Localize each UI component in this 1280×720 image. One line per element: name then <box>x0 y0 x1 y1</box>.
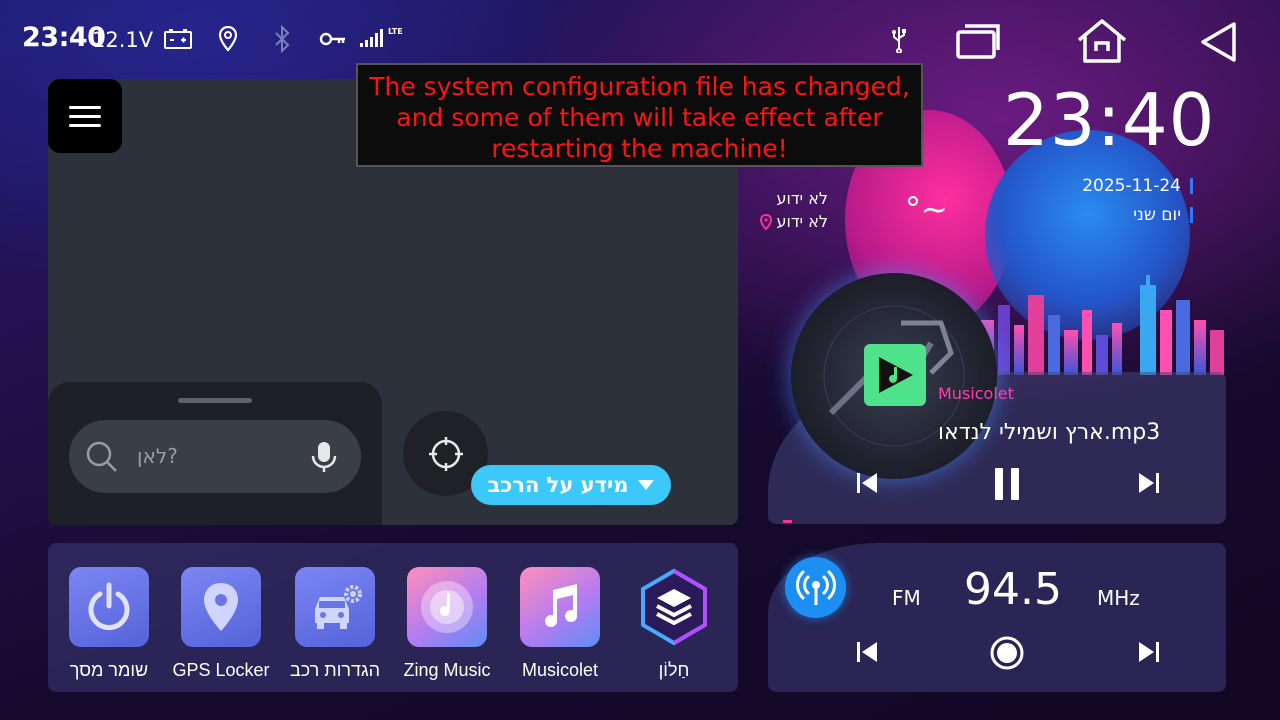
vehicle-info-label: מידע על הרכב <box>487 473 629 497</box>
weather-location: לא ידוע <box>776 212 828 231</box>
broadcast-icon <box>795 570 836 605</box>
music-note-icon <box>545 584 578 628</box>
home-icon[interactable] <box>1075 18 1129 64</box>
dropdown-arrow-icon <box>638 480 655 490</box>
search-icon <box>85 440 119 478</box>
skip-previous-icon <box>857 642 877 662</box>
status-voltage: 12.1V <box>92 28 154 52</box>
app-window[interactable] <box>632 565 716 649</box>
clock-day: יום שני <box>1133 205 1181 225</box>
skip-previous-icon <box>857 473 877 493</box>
clock-time: 23:40 <box>1003 78 1216 162</box>
radio-frequency: 94.5 <box>964 564 1062 615</box>
record-icon <box>990 636 1024 670</box>
clock-date: 2025-11-24 <box>1082 176 1181 196</box>
app-car-settings[interactable] <box>295 567 375 647</box>
day-marker <box>1190 207 1193 223</box>
search-placeholder: לאן? <box>137 444 178 468</box>
weather-location-row: לא ידוע <box>760 212 828 231</box>
app-screensaver[interactable] <box>69 567 149 647</box>
app-label-musicolet: Musicolet <box>521 660 599 680</box>
date-marker <box>1190 178 1193 194</box>
signal-icon: LTE <box>359 27 403 52</box>
music-app-name: Musicolet <box>938 384 1014 403</box>
vehicle-info-button[interactable]: מידע על הרכב <box>471 465 671 505</box>
clock-day-row: יום שני <box>1133 205 1193 225</box>
usb-icon <box>884 24 914 54</box>
back-icon[interactable] <box>1198 20 1240 64</box>
app-label-gps-locker: GPS Locker <box>172 660 270 680</box>
app-gps-locker[interactable] <box>181 567 261 647</box>
clock-date-row: 2025-11-24 <box>1082 176 1193 196</box>
app-zing-music[interactable] <box>407 567 487 647</box>
radio-unit: MHz <box>1097 586 1140 610</box>
music-pause-button[interactable] <box>990 462 1024 506</box>
app-label-zing-music: Zing Music <box>403 660 491 680</box>
layers-icon <box>641 568 707 646</box>
app-label-car-settings: הגדרות רכב <box>289 660 381 680</box>
skip-next-icon <box>1139 642 1159 662</box>
key-icon <box>318 24 348 54</box>
app-musicolet[interactable] <box>520 567 600 647</box>
car-settings-icon <box>315 585 362 629</box>
location-pin-icon <box>204 583 238 631</box>
menu-button[interactable] <box>48 79 122 153</box>
network-type: LTE <box>388 27 403 36</box>
sheet-handle[interactable] <box>178 398 252 403</box>
crosshair-icon <box>428 436 463 471</box>
system-toast: The system configuration file has change… <box>356 63 923 167</box>
radio-band: FM <box>892 586 921 610</box>
radio-previous-button[interactable] <box>852 637 882 667</box>
radio-next-button[interactable] <box>1134 637 1164 667</box>
music-progress-bar[interactable] <box>783 520 792 523</box>
skip-next-icon <box>1139 473 1159 493</box>
musicolet-app-icon[interactable] <box>864 344 926 406</box>
weather-condition: לא ידוע <box>776 189 828 208</box>
pause-icon <box>995 468 1019 500</box>
location-pin-icon <box>760 213 773 230</box>
music-previous-button[interactable] <box>852 468 882 498</box>
radio-toggle-button[interactable] <box>785 557 846 618</box>
location-icon <box>213 24 243 54</box>
city-skyline-graphic <box>980 275 1224 375</box>
battery-icon <box>163 24 193 54</box>
microphone-icon[interactable] <box>310 440 338 478</box>
disc-note-icon <box>421 581 473 633</box>
power-icon <box>88 582 130 631</box>
track-title: ארץ ושמילי לנדאו.mp3 <box>938 420 1161 445</box>
bluetooth-icon <box>267 24 297 54</box>
music-next-button[interactable] <box>1134 468 1164 498</box>
app-label-window: חַלוֹן <box>658 660 690 680</box>
radio-record-button[interactable] <box>988 634 1026 672</box>
temperature: °~ <box>905 190 948 228</box>
app-label-screensaver: שומר מסך <box>69 660 149 680</box>
recents-icon[interactable] <box>955 22 1005 62</box>
